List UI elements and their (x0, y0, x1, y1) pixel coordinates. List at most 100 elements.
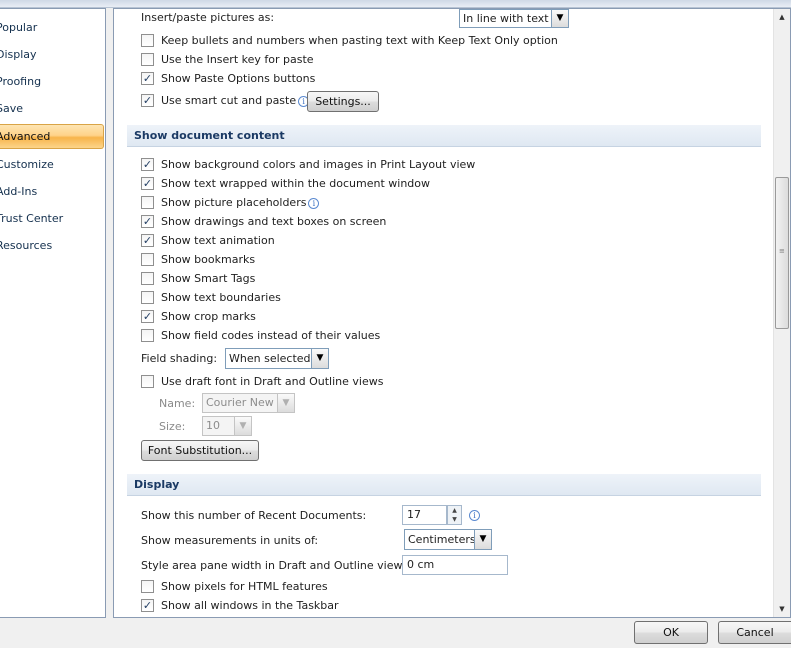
option-label: Show all windows in the Taskbar (161, 599, 339, 612)
checkbox-smart-tags[interactable] (141, 271, 154, 285)
option-drawings-text-boxes[interactable]: ✓ Show drawings and text boxes on screen (141, 214, 386, 230)
info-icon: i (308, 197, 320, 209)
option-draft-font[interactable]: Use draft font in Draft and Outline view… (141, 374, 383, 390)
checkbox-crop-marks[interactable]: ✓ (141, 309, 154, 323)
spin-up-icon[interactable]: ▲ (448, 506, 461, 515)
checkbox-text-boundaries[interactable] (141, 290, 154, 304)
section-header-show-document-content: Show document content (127, 125, 761, 147)
recent-docs-spinner[interactable]: ▲ ▼ (447, 505, 462, 525)
scroll-down-icon[interactable]: ▼ (774, 601, 790, 617)
options-nav: Popular Display Proofing Save Advanced C… (0, 8, 106, 618)
option-label: Keep bullets and numbers when pasting te… (161, 34, 558, 47)
checkbox-text-animation[interactable]: ✓ (141, 233, 154, 247)
checkbox-paste-options-buttons[interactable]: ✓ (141, 71, 154, 85)
insert-paste-dropdown[interactable]: In line with text ▼ (459, 9, 569, 28)
vertical-scrollbar[interactable]: ▲ ≡ ▼ (773, 9, 790, 617)
style-area-width-input[interactable]: 0 cm (402, 555, 508, 575)
checkbox-keep-bullets[interactable] (141, 33, 154, 47)
option-text-boundaries[interactable]: Show text boundaries (141, 290, 281, 306)
option-text-wrapped[interactable]: ✓ Show text wrapped within the document w… (141, 176, 430, 192)
option-label: Show Paste Options buttons (161, 72, 316, 85)
checkbox-field-codes[interactable] (141, 328, 154, 342)
measurement-units-dropdown[interactable]: Centimeters ▼ (404, 529, 492, 550)
checkbox-all-windows-taskbar[interactable]: ✓ (141, 598, 154, 612)
field-shading-dropdown[interactable]: When selected ▼ (225, 348, 329, 369)
nav-item-display[interactable]: Display (0, 44, 104, 66)
option-background-colors[interactable]: ✓ Show background colors and images in Pr… (141, 157, 475, 173)
nav-item-popular[interactable]: Popular (0, 17, 104, 39)
nav-item-trust-center[interactable]: Trust Center (0, 208, 104, 230)
option-label: Show bookmarks (161, 253, 256, 266)
draft-font-size-value: 10 (206, 419, 220, 432)
checkbox-drawings-text-boxes[interactable]: ✓ (141, 214, 154, 228)
option-label: Use draft font in Draft and Outline view… (161, 375, 384, 388)
recent-docs-input[interactable]: 17 (402, 505, 447, 525)
option-label: Show Smart Tags (161, 272, 256, 285)
measurement-units-value: Centimeters (408, 533, 476, 546)
checkbox-draft-font[interactable] (141, 374, 154, 388)
option-label: Show field codes instead of their values (161, 329, 381, 342)
nav-item-save[interactable]: Save (0, 98, 104, 120)
checkbox-insert-key-paste[interactable] (141, 52, 154, 66)
spin-down-icon[interactable]: ▼ (448, 515, 461, 524)
draft-font-name-dropdown[interactable]: Courier New ▼ (202, 393, 295, 413)
checkbox-html-pixels[interactable] (141, 579, 154, 593)
chevron-down-icon: ▼ (277, 394, 294, 412)
insert-paste-value: In line with text (463, 12, 549, 25)
option-label: Use the Insert key for paste (161, 53, 314, 66)
style-area-width-label: Style area pane width in Draft and Outli… (141, 559, 412, 572)
field-shading-value: When selected (229, 352, 311, 365)
grip-icon: ≡ (779, 247, 785, 255)
checkbox-picture-placeholders[interactable] (141, 195, 154, 209)
checkbox-bookmarks[interactable] (141, 252, 154, 266)
scrollbar-thumb[interactable]: ≡ (775, 177, 789, 329)
option-label: Show text wrapped within the document wi… (161, 177, 430, 190)
field-shading-label: Field shading: (141, 352, 218, 365)
checkbox-background-colors[interactable]: ✓ (141, 157, 154, 171)
draft-font-size-label: Size: (159, 420, 186, 433)
option-label: Show pixels for HTML features (161, 580, 328, 593)
checkbox-text-wrapped[interactable]: ✓ (141, 176, 154, 190)
ok-button[interactable]: OK (634, 621, 708, 644)
font-substitution-button[interactable]: Font Substitution... (141, 440, 259, 461)
chevron-down-icon: ▼ (311, 349, 328, 368)
nav-item-proofing[interactable]: Proofing (0, 71, 104, 93)
option-paste-options-buttons[interactable]: ✓ Show Paste Options buttons (141, 71, 315, 87)
chevron-down-icon: ▼ (474, 530, 491, 549)
option-field-codes[interactable]: Show field codes instead of their values (141, 328, 380, 344)
option-label: Show picture placeholders (161, 196, 307, 209)
info-icon: i (469, 510, 480, 521)
option-insert-key-paste[interactable]: Use the Insert key for paste (141, 52, 314, 68)
option-label: Show text animation (161, 234, 275, 247)
option-smart-cut-paste[interactable]: ✓ Use smart cut and paste i (141, 93, 310, 109)
option-label: Show crop marks (161, 310, 256, 323)
nav-item-add-ins[interactable]: Add-Ins (0, 181, 104, 203)
draft-font-name-value: Courier New (206, 396, 274, 409)
option-bookmarks[interactable]: Show bookmarks (141, 252, 255, 268)
chevron-down-icon: ▼ (551, 10, 568, 27)
option-crop-marks[interactable]: ✓ Show crop marks (141, 309, 256, 325)
checkbox-smart-cut-paste[interactable]: ✓ (141, 93, 154, 107)
nav-item-customize[interactable]: Customize (0, 154, 104, 176)
nav-item-advanced[interactable]: Advanced (0, 124, 104, 149)
scroll-up-icon[interactable]: ▲ (774, 9, 790, 25)
option-keep-bullets[interactable]: Keep bullets and numbers when pasting te… (141, 33, 558, 49)
window-top-band (0, 0, 791, 8)
nav-item-resources[interactable]: Resources (0, 235, 104, 257)
draft-font-name-label: Name: (159, 397, 196, 410)
option-label: Use smart cut and paste (161, 94, 297, 107)
option-all-windows-taskbar[interactable]: ✓ Show all windows in the Taskbar (141, 598, 339, 614)
option-label: Show drawings and text boxes on screen (161, 215, 387, 228)
measurement-units-label: Show measurements in units of: (141, 534, 319, 547)
option-html-pixels[interactable]: Show pixels for HTML features (141, 579, 328, 595)
option-label: Show text boundaries (161, 291, 281, 304)
recent-docs-label: Show this number of Recent Documents: (141, 509, 367, 522)
insert-paste-label: Insert/paste pictures as: (141, 11, 275, 24)
draft-font-size-dropdown[interactable]: 10 ▼ (202, 416, 252, 436)
section-header-display: Display (127, 474, 761, 496)
option-text-animation[interactable]: ✓ Show text animation (141, 233, 275, 249)
option-picture-placeholders[interactable]: Show picture placeholders i (141, 195, 320, 211)
settings-button[interactable]: Settings... (307, 91, 379, 112)
option-smart-tags[interactable]: Show Smart Tags (141, 271, 255, 287)
cancel-button[interactable]: Cancel (718, 621, 791, 644)
